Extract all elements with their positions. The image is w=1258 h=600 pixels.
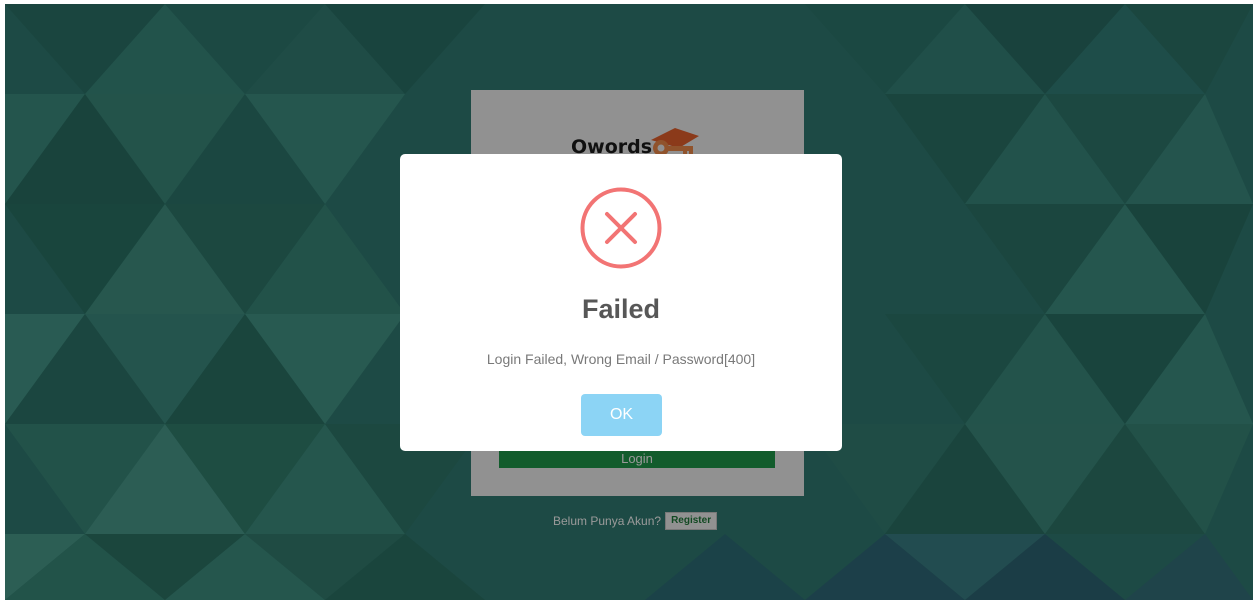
page-viewport: Owords Login Belum Punya Akun? Register …	[5, 4, 1253, 600]
dialog-message: Login Failed, Wrong Email / Password[400…	[486, 351, 756, 367]
error-dialog: Failed Login Failed, Wrong Email / Passw…	[400, 154, 842, 451]
dialog-title: Failed	[581, 294, 661, 324]
error-x-icon	[580, 187, 662, 269]
ok-button[interactable]: OK	[581, 394, 662, 436]
